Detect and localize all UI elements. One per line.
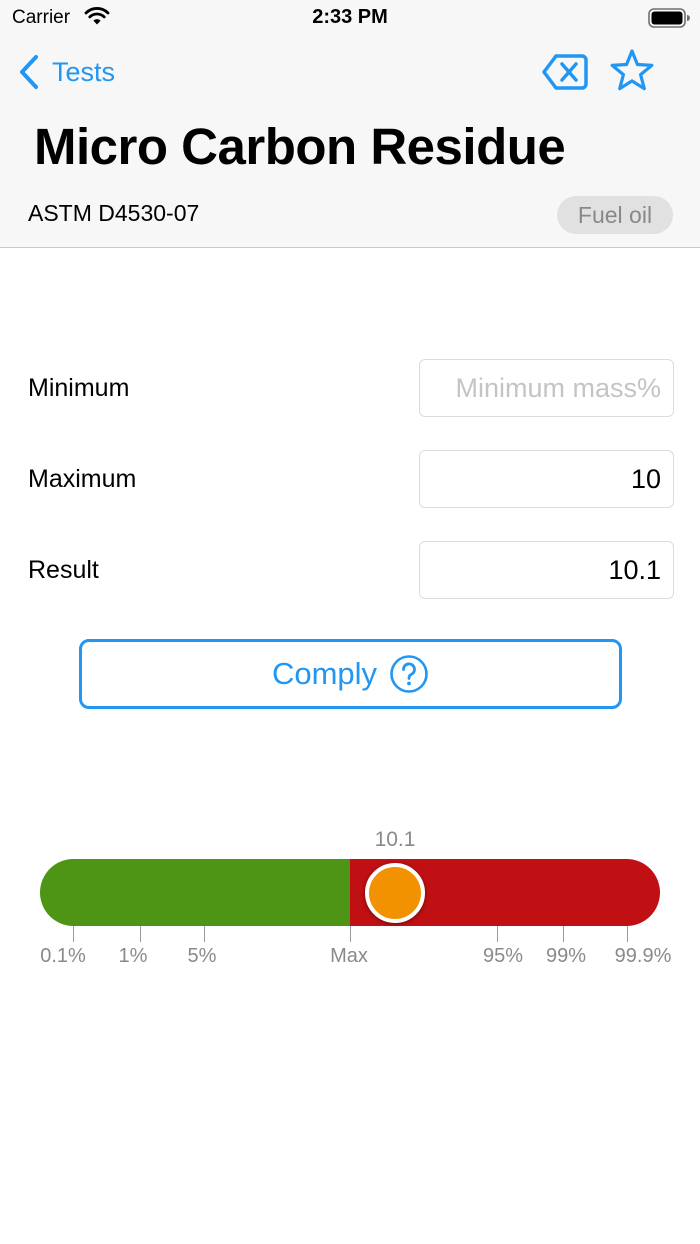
gauge-tick-label: 99.9% (614, 945, 672, 967)
gauge-tick (204, 926, 205, 942)
result-label: Result (28, 556, 99, 584)
standard-code: ASTM D4530-07 (28, 200, 200, 226)
gauge-value-label: 10.1 (374, 828, 416, 851)
minimum-label: Minimum (28, 374, 130, 402)
comply-label: Comply (271, 656, 378, 691)
gauge-tick-label: 1% (118, 945, 148, 967)
star-icon (610, 49, 654, 91)
battery-icon (648, 8, 690, 28)
comply-button[interactable]: Comply (79, 639, 622, 709)
gauge-tick-label: 0.1% (40, 945, 86, 967)
compliance-gauge: 10.1 0.1% 1% 5% Max 95% 99% 99.9% (0, 820, 700, 980)
delete-backward-icon (542, 54, 588, 90)
gauge-tick (497, 926, 498, 942)
gauge-bar (40, 859, 660, 926)
status-time: 2:33 PM (312, 6, 388, 28)
chevron-left-icon (20, 55, 38, 89)
page-title: Micro Carbon Residue (34, 118, 566, 175)
gauge-knob[interactable] (365, 863, 425, 923)
navigation-header: Carrier 2:33 PM Tests Micro Carbon Resid… (0, 0, 700, 248)
gauge-tick (627, 926, 628, 942)
clear-button[interactable] (542, 52, 588, 92)
gauge-tick (73, 926, 74, 942)
gauge-tick-label: 99% (545, 945, 587, 967)
gauge-tick (563, 926, 564, 942)
status-bar: Carrier 2:33 PM (0, 0, 700, 36)
maximum-input[interactable] (419, 450, 674, 508)
gauge-tick-label: Max (330, 945, 368, 967)
gauge-tick-label: 95% (482, 945, 524, 967)
gauge-tick (140, 926, 141, 942)
favorite-button[interactable] (609, 48, 655, 94)
maximum-label: Maximum (28, 465, 137, 493)
result-input[interactable] (419, 541, 674, 599)
gauge-tick-label: 5% (187, 945, 217, 967)
gauge-tick (350, 926, 351, 942)
question-circle-icon (390, 655, 428, 693)
back-button-label: Tests (52, 56, 116, 87)
category-badge: Fuel oil (557, 196, 673, 234)
back-button[interactable]: Tests (18, 53, 115, 91)
gauge-pass-zone (40, 859, 350, 926)
minimum-input[interactable] (419, 359, 674, 417)
